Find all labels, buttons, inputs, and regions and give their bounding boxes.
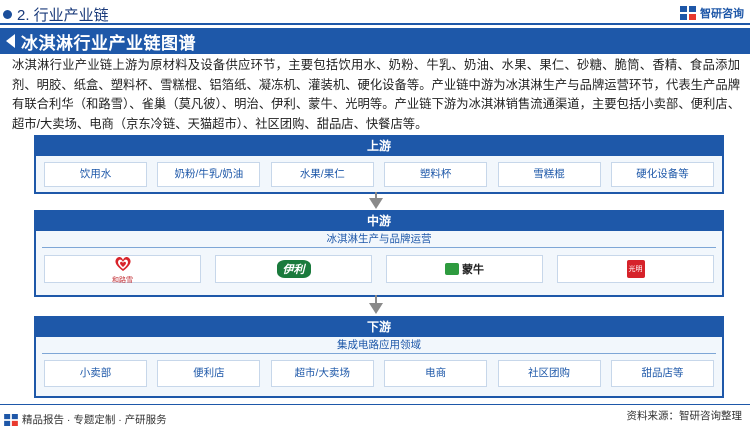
- page-title: 冰淇淋行业产业链图谱: [21, 33, 196, 53]
- downstream-items: 小卖部 便利店 超市/大卖场 电商 社区团购 甜品店等: [36, 360, 722, 387]
- source-note: 资料来源：智研咨询整理: [626, 410, 743, 422]
- guangming-logo: 光明: [626, 260, 645, 278]
- downstream-item: 社区团购: [497, 360, 601, 387]
- down-arrow-icon: [369, 303, 383, 314]
- midstream-subtitle: 冰淇淋生产与品牌运营: [42, 231, 716, 248]
- top-bar: 2. 行业产业链 智研咨询: [0, 0, 750, 26]
- upstream-title: 上游: [36, 137, 722, 156]
- down-arrow-icon: [369, 198, 383, 209]
- mengniu-logo: 蒙牛: [445, 261, 484, 277]
- upstream-item: 雪糕棍: [497, 162, 601, 187]
- downstream-item: 便利店: [157, 360, 261, 387]
- upstream-item: 奶粉/牛乳/奶油: [157, 162, 261, 187]
- upstream-item: 饮用水: [44, 162, 147, 187]
- footer-left: 精品报告 · 专题定制 · 产研服务: [4, 412, 167, 427]
- brand-cell-yili: 伊利: [215, 255, 372, 283]
- downstream-item: 超市/大卖场: [270, 360, 374, 387]
- upstream-panel: 上游 饮用水 奶粉/牛乳/奶油 水果/果仁 塑料杯 雪糕棍 硬化设备等: [34, 135, 724, 194]
- title-arrow-icon: [6, 34, 15, 48]
- brand-cell-guangming: 光明: [557, 255, 714, 283]
- footer-logo-icon: [4, 413, 18, 426]
- downstream-subtitle: 集成电路应用领域: [42, 337, 716, 354]
- brand-cell-mengniu: 蒙牛: [386, 255, 543, 283]
- brand-name: 智研咨询: [700, 8, 744, 20]
- upstream-items: 饮用水 奶粉/牛乳/奶油 水果/果仁 塑料杯 雪糕棍 硬化设备等: [36, 162, 722, 187]
- mengniu-name: 蒙牛: [462, 264, 484, 276]
- walls-logo: 和路雪: [112, 254, 133, 285]
- upstream-item: 塑料杯: [384, 162, 488, 187]
- upstream-item: 水果/果仁: [270, 162, 374, 187]
- yili-logo: 伊利: [276, 260, 311, 278]
- downstream-item: 小卖部: [44, 360, 147, 387]
- header-divider: [0, 23, 750, 25]
- walls-caption: 和路雪: [112, 276, 133, 284]
- downstream-panel: 下游 集成电路应用领域 小卖部 便利店 超市/大卖场 电商 社区团购 甜品店等: [34, 316, 724, 398]
- downstream-item: 甜品店等: [610, 360, 714, 387]
- midstream-panel: 中游 冰淇淋生产与品牌运营 和路雪 伊利 蒙牛 光明: [34, 210, 724, 297]
- brand-logo-icon: [680, 6, 696, 20]
- footer-tagline: 精品报告 · 专题定制 · 产研服务: [22, 414, 167, 426]
- brand-cell-walls: 和路雪: [44, 254, 201, 285]
- footer-divider: [0, 404, 750, 405]
- mengniu-mark-icon: [445, 263, 459, 275]
- midstream-brands: 和路雪 伊利 蒙牛 光明: [36, 254, 722, 285]
- title-banner: 冰淇淋行业产业链图谱: [0, 28, 750, 54]
- upstream-item: 硬化设备等: [610, 162, 714, 187]
- section-label: 2. 行业产业链: [3, 4, 109, 25]
- midstream-title: 中游: [36, 212, 722, 231]
- walls-heart-icon: [114, 256, 131, 271]
- downstream-title: 下游: [36, 318, 722, 337]
- bullet-dot-icon: [3, 10, 12, 19]
- description-text: 冰淇淋行业产业链上游为原材料及设备供应环节，主要包括饮用水、奶粉、牛乳、奶油、水…: [12, 58, 740, 131]
- downstream-item: 电商: [384, 360, 488, 387]
- brand: 智研咨询: [680, 5, 744, 21]
- section-label-text: 2. 行业产业链: [17, 7, 109, 24]
